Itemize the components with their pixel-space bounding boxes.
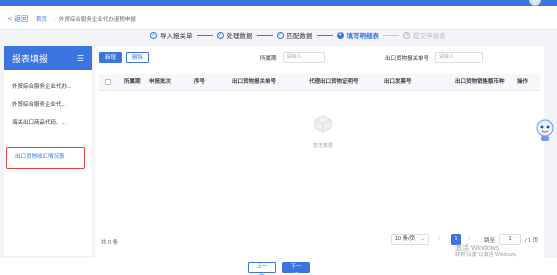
- column-header: 出口货物报关单号: [232, 79, 277, 85]
- step-check-icon: ✓: [150, 31, 157, 39]
- sidebar: 报表填报 ☰ 外贸综合服务企业代办... 外贸综合服务企业代... 海关出口商品…: [4, 46, 92, 256]
- period-input[interactable]: 请输入: [282, 52, 325, 63]
- select-all-checkbox[interactable]: [105, 79, 111, 85]
- back-button[interactable]: < 返回: [8, 14, 28, 24]
- column-header: 操作: [517, 79, 529, 85]
- step-process-data: ✓ 处理数据: [216, 31, 253, 40]
- empty-text: 暂无数据: [312, 143, 333, 149]
- step-connector: [196, 34, 213, 36]
- sidebar-header: 报表填报 ☰: [4, 46, 92, 70]
- back-arrow-icon: <: [8, 16, 13, 23]
- menu-icon[interactable]: ☰: [77, 54, 84, 63]
- column-header: 申报批次: [149, 79, 172, 85]
- step-connector: [316, 34, 333, 36]
- page-count: / 1 页: [525, 238, 539, 244]
- jump-label: 跳至: [484, 238, 496, 244]
- table-header: 所属期 申报批次 序号 出口货物报关单号 代理出口货物证明号 出口发票号 出口货…: [99, 74, 540, 91]
- declaration-no-input[interactable]: 请输入: [435, 52, 484, 63]
- step-fill-detail: 4 填写明细表: [336, 30, 379, 40]
- filter-label: 所属期: [260, 55, 277, 62]
- sidebar-item-selected[interactable]: 出口货物收汇情况表: [6, 147, 85, 169]
- add-button[interactable]: 新增: [99, 52, 123, 63]
- step-submit: 5 提交申报表: [403, 30, 446, 40]
- main-panel: 新增 删除 所属期 请输入 出口货物报关单号 请输入 所属期 申报批次 序号 出…: [95, 46, 544, 258]
- column-header: 代理出口货物证明号: [309, 79, 359, 85]
- delete-button[interactable]: 删除: [126, 52, 150, 63]
- page-number-current[interactable]: 1: [451, 234, 461, 245]
- footer-bar: [0, 258, 557, 275]
- step-number-icon: 5: [403, 31, 410, 39]
- step-connector: [256, 34, 273, 36]
- breadcrumb-home[interactable]: 首页: [36, 17, 47, 23]
- filter-period: 所属期 请输入: [260, 52, 325, 63]
- step-import-declaration: ✓ 导入报关单: [150, 31, 193, 40]
- breadcrumb: 首页 - 外贸综合服务企业代办退税申报: [36, 15, 136, 23]
- sidebar-item[interactable]: 外贸综合服务企业代...: [4, 96, 92, 114]
- page-size-select[interactable]: 10 条/页 ⌄: [391, 234, 429, 245]
- empty-box-icon: [314, 115, 332, 133]
- toolbar: 新增 删除: [99, 52, 150, 63]
- chevron-down-icon: ⌄: [420, 236, 425, 242]
- prev-step-button[interactable]: 上一步: [248, 262, 276, 275]
- total-count: 共 0 条: [101, 240, 119, 246]
- step-match-data: ✓ 匹配数据: [276, 31, 313, 40]
- column-header: 出口货物销售额币种: [455, 79, 505, 85]
- sidebar-group[interactable]: 外贸综合服务企业代办...: [4, 78, 92, 96]
- step-connector: [383, 34, 399, 36]
- empty-state: 暂无数据: [305, 114, 341, 149]
- column-header: 序号: [194, 79, 206, 85]
- next-step-button[interactable]: 下一步: [282, 262, 310, 275]
- step-number-icon: 4: [336, 31, 344, 39]
- step-check-icon: ✓: [216, 31, 224, 39]
- next-page-button[interactable]: ›: [468, 234, 470, 245]
- breadcrumb-separator: -: [54, 17, 56, 23]
- sidebar-title: 报表填报: [12, 53, 49, 64]
- breadcrumb-current: 外贸综合服务企业代办退税申报: [58, 17, 136, 23]
- step-progress: ✓ 导入报关单 ✓ 处理数据 ✓ 匹配数据 4 填写明细表 5 提交申报表: [150, 29, 446, 41]
- breadcrumb-bar: < 返回 首页 - 外贸综合服务企业代办退税申报: [0, 6, 557, 30]
- windows-activation-watermark: 激活 Windows 转到"设置"以激活 Windows。: [455, 245, 521, 258]
- sidebar-item[interactable]: 海关出口商品代码、...: [4, 114, 92, 132]
- prev-page-button[interactable]: ‹: [438, 234, 440, 245]
- assistant-mascot-icon[interactable]: [535, 118, 555, 142]
- jump-page-input[interactable]: 1: [499, 234, 521, 245]
- filter-label: 出口货物报关单号: [385, 55, 430, 62]
- filter-declaration-no: 出口货物报关单号 请输入: [385, 52, 484, 63]
- step-check-icon: ✓: [276, 31, 284, 39]
- column-header: 所属期: [124, 79, 141, 85]
- column-header: 出口发票号: [384, 79, 412, 85]
